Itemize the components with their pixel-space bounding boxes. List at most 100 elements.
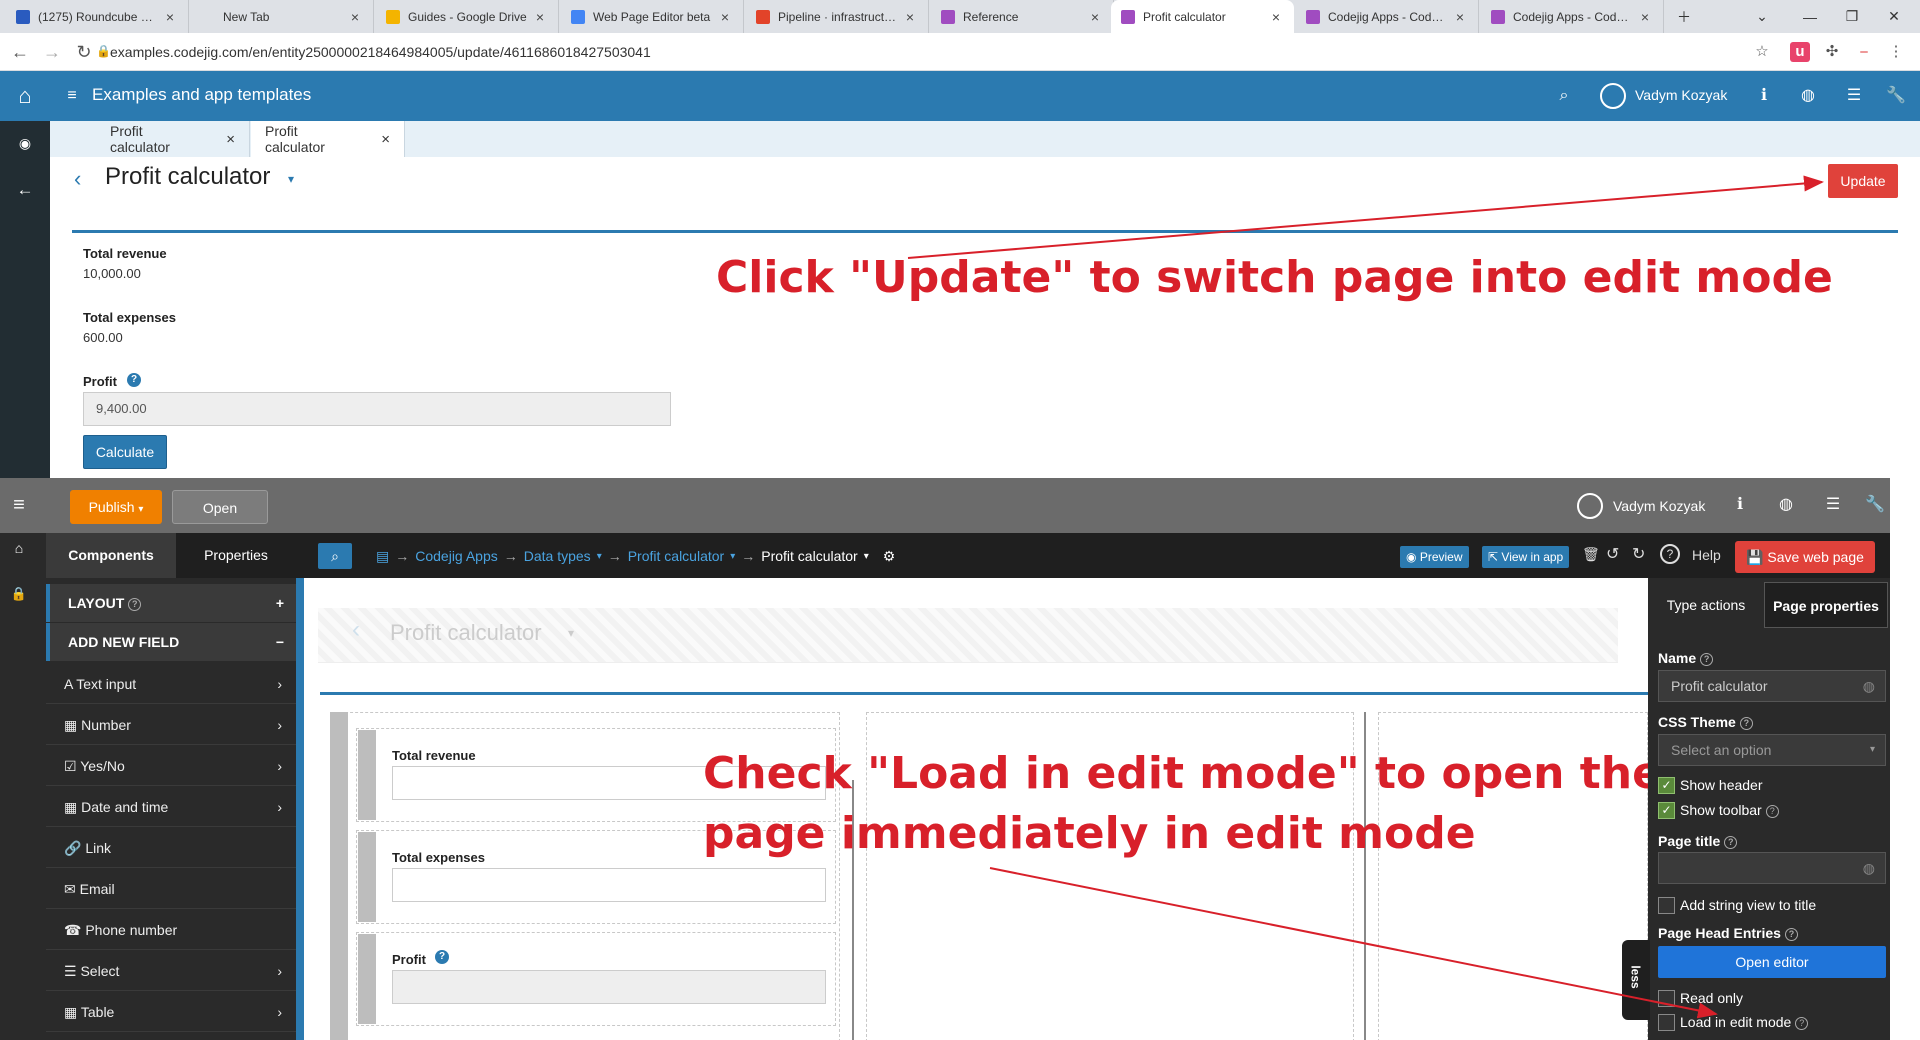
calculate-button[interactable]: Calculate <box>83 435 167 469</box>
info-icon[interactable]: ℹ <box>1728 493 1752 517</box>
url-field[interactable]: examples.codejig.com/en/entity2500000218… <box>110 41 1760 63</box>
help-icon[interactable]: ? <box>1784 927 1798 941</box>
search-icon[interactable]: ⌕ <box>1552 84 1576 108</box>
new-tab-button[interactable]: ＋ <box>1670 0 1698 33</box>
chevron-down-icon[interactable]: ▾ <box>288 172 294 186</box>
info-icon[interactable]: ℹ <box>1752 84 1776 108</box>
browser-tab[interactable]: New Tab × <box>191 0 374 33</box>
kebab-menu-icon[interactable]: ⋮ <box>1886 42 1906 62</box>
view-in-app-button[interactable]: ⇱ View in app <box>1482 546 1570 568</box>
field-type-item[interactable]: ✉ Email <box>46 869 296 909</box>
open-editor-button[interactable]: Open editor <box>1658 946 1886 978</box>
browser-tab[interactable]: Reference × <box>931 0 1114 33</box>
breadcrumb-item[interactable]: Profit calculator <box>628 548 724 564</box>
help-icon[interactable]: ? <box>1739 716 1753 730</box>
menu-icon[interactable]: ≡ <box>60 84 84 108</box>
browser-tab[interactable]: Web Page Editor beta × <box>561 0 744 33</box>
chevron-down-icon[interactable]: ▾ <box>864 551 869 562</box>
open-button[interactable]: Open <box>172 490 268 524</box>
section-layout[interactable]: LAYOUT? + <box>46 584 296 622</box>
section-add-new-field[interactable]: ADD NEW FIELD − <box>46 623 296 661</box>
globe-icon[interactable]: ◍ <box>1863 671 1875 701</box>
help-icon[interactable]: ? <box>435 950 449 964</box>
help-icon[interactable]: ? <box>1660 544 1680 564</box>
close-icon[interactable]: × <box>902 9 918 25</box>
globe-icon[interactable]: ◍ <box>1863 853 1875 883</box>
field-type-item[interactable]: ☑ Yes/No › <box>46 746 296 786</box>
tab-type-actions[interactable]: Type actions <box>1650 582 1762 628</box>
add-string-view-checkbox[interactable] <box>1658 897 1675 914</box>
expenses-input[interactable] <box>392 868 826 902</box>
browser-tab[interactable]: Profit calculator × <box>1111 0 1294 33</box>
field-type-item[interactable]: ☎ Phone number <box>46 910 296 950</box>
field-type-item[interactable]: ▦ Number › <box>46 705 296 745</box>
close-icon[interactable]: × <box>717 9 733 25</box>
field-type-item[interactable]: A Text input › <box>46 664 296 704</box>
avatar[interactable] <box>1577 493 1603 519</box>
page-title-input[interactable]: ◍ <box>1658 852 1886 884</box>
close-icon[interactable]: × <box>347 9 363 25</box>
list-icon[interactable]: ☰ <box>1842 84 1866 108</box>
browser-tab[interactable]: Codejig Apps - Codejig × <box>1481 0 1664 33</box>
bookmark-star-icon[interactable]: ☆ <box>1752 42 1772 62</box>
reload-icon[interactable]: ↻ <box>72 41 96 63</box>
help-icon[interactable]: ? <box>127 373 141 387</box>
content-tab-2[interactable]: Profit calculator × <box>251 121 405 157</box>
profit-field[interactable]: 9,400.00 <box>83 392 671 426</box>
menu-icon[interactable]: ≡ <box>0 478 38 533</box>
name-input[interactable]: Profit calculator ◍ <box>1658 670 1886 702</box>
field-type-item[interactable]: ▦ Date and time › <box>46 787 296 827</box>
content-tab-1[interactable]: Profit calculator × <box>96 121 250 157</box>
preview-button[interactable]: ◉ Preview <box>1400 546 1469 568</box>
css-theme-select[interactable]: Select an option ▾ <box>1658 734 1886 766</box>
close-icon[interactable]: × <box>162 9 178 25</box>
breadcrumb-item[interactable]: Data types <box>524 548 591 564</box>
drag-handle[interactable] <box>358 934 376 1024</box>
load-in-edit-mode-checkbox[interactable] <box>1658 1014 1675 1031</box>
trash-icon[interactable]: 🗑 <box>1582 546 1600 563</box>
read-only-checkbox[interactable] <box>1658 990 1675 1007</box>
gear-icon[interactable]: ⚙ <box>883 548 896 565</box>
field-type-item[interactable]: ☰ Select › <box>46 951 296 991</box>
tab-page-properties[interactable]: Page properties <box>1764 582 1888 628</box>
close-icon[interactable]: × <box>532 9 548 25</box>
field-type-item[interactable]: ▦ Table › <box>46 992 296 1032</box>
help-icon[interactable]: ? <box>128 597 142 611</box>
puzzle-icon[interactable]: ✣ <box>1822 42 1842 62</box>
browser-tab[interactable]: Codejig Apps - Codejig × <box>1296 0 1479 33</box>
back-icon[interactable]: ← <box>8 41 32 63</box>
field-type-item[interactable]: 🔗 Link <box>46 828 296 868</box>
breadcrumb-item[interactable]: Codejig Apps <box>415 548 498 564</box>
minimize-icon[interactable]: — <box>1790 0 1830 33</box>
drag-handle[interactable] <box>358 730 376 820</box>
avatar[interactable] <box>1600 83 1626 109</box>
maximize-icon[interactable]: ❐ <box>1832 0 1872 33</box>
globe-icon[interactable]: ◍ <box>1796 84 1820 108</box>
close-icon[interactable]: × <box>1452 9 1468 25</box>
less-toggle[interactable]: less <box>1622 940 1650 1020</box>
close-window-icon[interactable]: ✕ <box>1874 0 1914 33</box>
save-web-page-button[interactable]: 💾 Save web page <box>1735 541 1875 573</box>
update-button[interactable]: Update <box>1828 164 1898 198</box>
arrow-left-icon[interactable]: ← <box>0 170 50 210</box>
home-icon[interactable]: ⌂ <box>0 540 38 556</box>
profit-input[interactable] <box>392 970 826 1004</box>
back-chevron-icon[interactable]: ‹ <box>74 166 81 192</box>
minus-icon[interactable]: − <box>276 623 284 661</box>
wrench-icon[interactable]: 🔧 <box>1863 493 1887 517</box>
user-name[interactable]: Vadym Kozyak <box>1635 87 1727 103</box>
chevron-down-icon[interactable]: ▾ <box>730 551 735 562</box>
extension-icon[interactable]: u <box>1790 42 1810 62</box>
close-icon[interactable]: × <box>226 131 235 148</box>
close-icon[interactable]: × <box>381 131 390 148</box>
breadcrumb-current[interactable]: Profit calculator <box>761 548 857 564</box>
browser-tab[interactable]: (1275) Roundcube We × <box>6 0 189 33</box>
help-icon[interactable]: ? <box>1765 804 1779 818</box>
tab-search-icon[interactable]: ⌄ <box>1748 0 1776 33</box>
show-toolbar-checkbox[interactable]: ✓ <box>1658 802 1675 819</box>
drag-handle[interactable] <box>330 712 348 1040</box>
plus-icon[interactable]: + <box>276 584 284 622</box>
close-icon[interactable]: × <box>1087 9 1103 25</box>
globe-icon[interactable]: ◍ <box>1774 493 1798 517</box>
help-icon[interactable]: ? <box>1700 652 1714 666</box>
